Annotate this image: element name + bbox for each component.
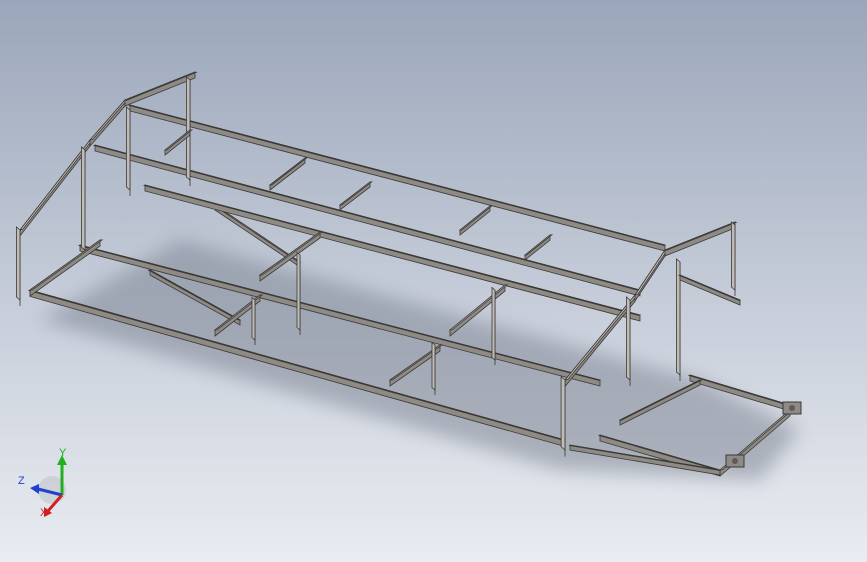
cross-member — [523, 234, 554, 261]
z-axis-label: Z — [18, 475, 25, 487]
right-top-back — [663, 221, 738, 257]
left-inner-post — [81, 146, 86, 256]
left-top-link — [88, 98, 129, 148]
vertical-post — [251, 296, 256, 345]
left-post — [15, 226, 21, 306]
y-axis-label: Y — [59, 447, 67, 459]
x-axis-label: X — [40, 507, 48, 519]
cross-member — [268, 157, 309, 191]
vertical-post — [491, 286, 496, 365]
left-top-back — [123, 71, 198, 107]
right-post — [560, 375, 566, 457]
left-bottom-cross — [28, 239, 104, 297]
cross-member — [338, 181, 374, 211]
right-rear-post — [676, 258, 681, 381]
left-back-post — [126, 106, 131, 196]
graphics-viewport[interactable]: Y Z X — [0, 0, 867, 562]
frame-model[interactable] — [0, 0, 867, 562]
right-upper-cross — [677, 274, 742, 306]
right-far-post — [731, 221, 736, 296]
vertical-post — [296, 251, 301, 335]
vertical-post — [431, 341, 436, 395]
cross-member — [458, 205, 494, 236]
right-slope-upper — [634, 248, 669, 303]
orientation-triad[interactable]: Y Z X — [12, 445, 82, 525]
right-inner-post — [626, 296, 631, 386]
